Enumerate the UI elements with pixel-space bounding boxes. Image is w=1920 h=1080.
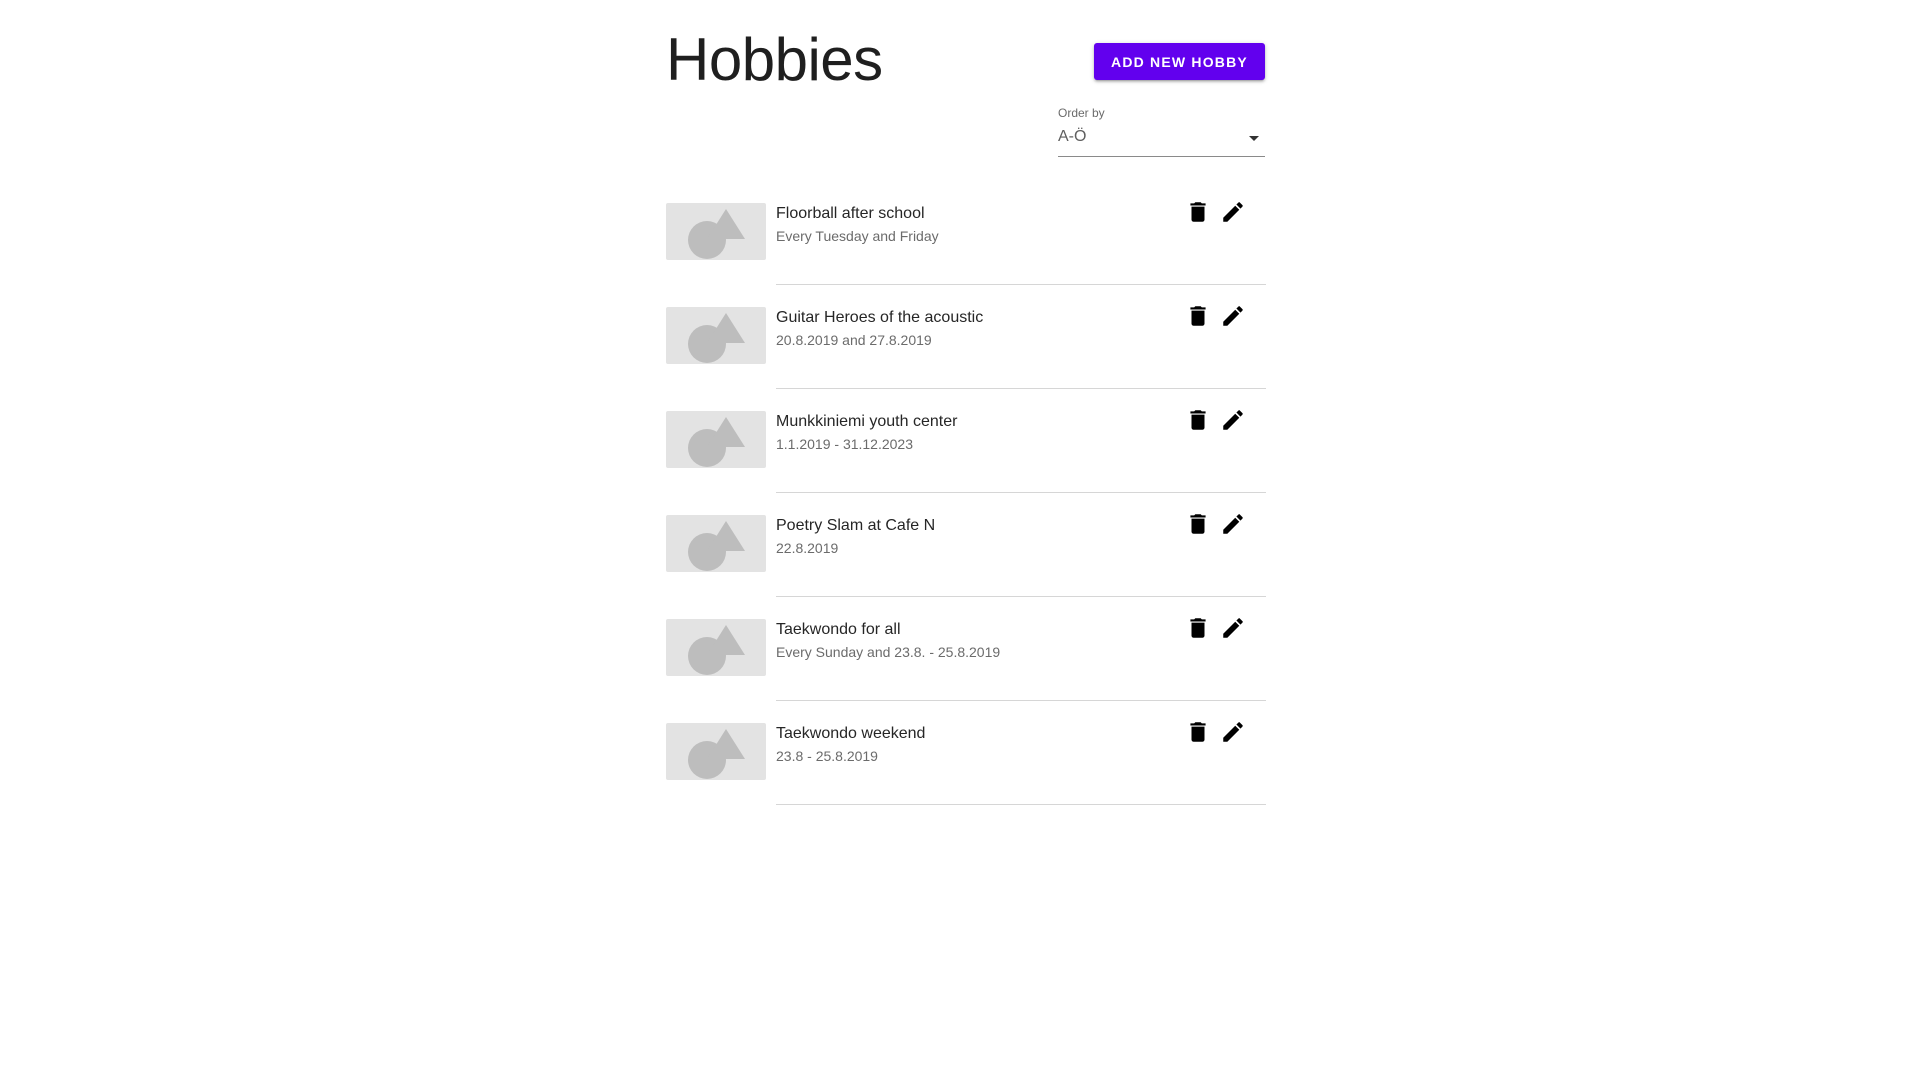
image-placeholder-icon (666, 203, 766, 260)
trash-icon (1190, 306, 1206, 326)
image-placeholder-icon (666, 515, 766, 572)
delete-hobby-button[interactable] (1185, 719, 1211, 745)
image-placeholder-icon (666, 723, 766, 780)
hobby-schedule: Every Sunday and 23.8. - 25.8.2019 (776, 644, 1001, 660)
delete-hobby-button[interactable] (1185, 511, 1211, 537)
delete-hobby-button[interactable] (1185, 407, 1211, 433)
hobby-list-item[interactable]: Poetry Slam at Cafe N 22.8.2019 (666, 493, 1266, 597)
delete-hobby-button[interactable] (1185, 303, 1211, 329)
page-title: Hobbies (666, 26, 883, 93)
edit-hobby-button[interactable] (1220, 199, 1246, 225)
hobby-schedule: Every Tuesday and Friday (776, 228, 939, 244)
hobby-list-item[interactable]: Taekwondo weekend 23.8 - 25.8.2019 (666, 701, 1266, 805)
hobby-title: Taekwondo weekend (776, 725, 926, 742)
hobby-title: Floorball after school (776, 205, 925, 222)
order-by-value: A-Ö (1058, 128, 1087, 145)
add-new-hobby-button[interactable]: ADD NEW HOBBY (1094, 43, 1265, 80)
trash-icon (1190, 618, 1206, 638)
edit-hobby-button[interactable] (1220, 615, 1246, 641)
delete-hobby-button[interactable] (1185, 615, 1211, 641)
image-placeholder-icon (666, 411, 766, 468)
hobby-schedule: 1.1.2019 - 31.12.2023 (776, 436, 914, 452)
hobby-list-item[interactable]: Taekwondo for all Every Sunday and 23.8.… (666, 597, 1266, 701)
arrow-drop-down-icon (1249, 136, 1259, 141)
hobby-list-item[interactable]: Munkkiniemi youth center 1.1.2019 - 31.1… (666, 389, 1266, 493)
edit-hobby-button[interactable] (1220, 303, 1246, 329)
hobby-title: Poetry Slam at Cafe N (776, 517, 936, 534)
edit-hobby-button[interactable] (1220, 719, 1246, 745)
image-placeholder-icon (666, 307, 766, 364)
pencil-icon (1223, 514, 1243, 534)
hobby-schedule: 22.8.2019 (776, 540, 839, 556)
trash-icon (1190, 722, 1206, 742)
pencil-icon (1223, 306, 1243, 326)
pencil-icon (1223, 722, 1243, 742)
hobby-title: Taekwondo for all (776, 621, 901, 638)
hobby-list: Floorball after school Every Tuesday and… (666, 181, 1266, 805)
edit-hobby-button[interactable] (1220, 407, 1246, 433)
trash-icon (1190, 410, 1206, 430)
trash-icon (1190, 202, 1206, 222)
order-by-label: Order by (1058, 106, 1105, 120)
hobby-schedule: 23.8 - 25.8.2019 (776, 748, 878, 764)
pencil-icon (1223, 618, 1243, 638)
hobby-list-item[interactable]: Floorball after school Every Tuesday and… (666, 181, 1266, 285)
hobby-schedule: 20.8.2019 and 27.8.2019 (776, 332, 932, 348)
list-divider (776, 804, 1266, 805)
delete-hobby-button[interactable] (1185, 199, 1211, 225)
trash-icon (1190, 514, 1206, 534)
pencil-icon (1223, 202, 1243, 222)
edit-hobby-button[interactable] (1220, 511, 1246, 537)
pencil-icon (1223, 410, 1243, 430)
order-by-select[interactable]: Order by A-Ö (1058, 106, 1265, 157)
hobby-title: Munkkiniemi youth center (776, 413, 958, 430)
hobby-title: Guitar Heroes of the acoustic (776, 309, 984, 326)
image-placeholder-icon (666, 619, 766, 676)
hobby-list-item[interactable]: Guitar Heroes of the acoustic 20.8.2019 … (666, 285, 1266, 389)
